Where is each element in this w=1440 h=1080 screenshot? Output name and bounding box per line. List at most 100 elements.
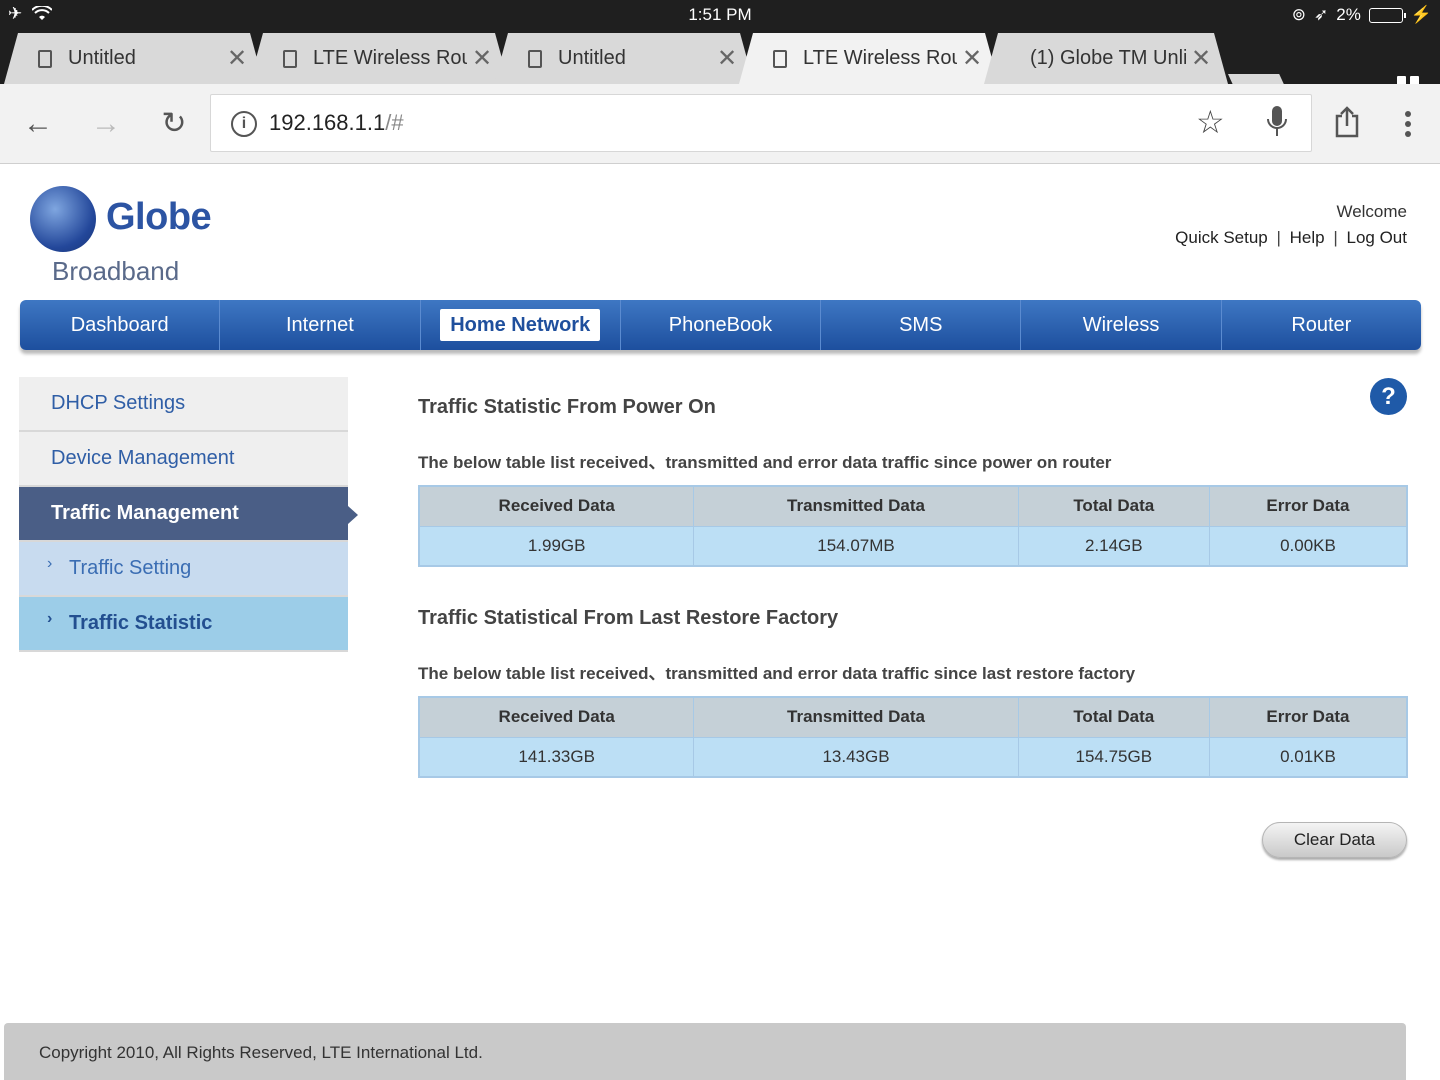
sidebar-item-traffic-statistic[interactable]: › Traffic Statistic bbox=[19, 597, 348, 652]
nav-label: Internet bbox=[286, 314, 354, 336]
status-bar: ✈ 1:51 PM ⊚ ➶ 2% ⚡ bbox=[0, 0, 1440, 30]
received-data-value: 1.99GB bbox=[418, 525, 695, 567]
nav-label: Home Network bbox=[440, 309, 601, 341]
footer: Copyright 2010, All Rights Reserved, LTE… bbox=[4, 1023, 1406, 1080]
document-icon bbox=[38, 50, 52, 68]
column-header: Total Data bbox=[1017, 696, 1210, 738]
close-tab-icon[interactable]: ✕ bbox=[712, 44, 742, 73]
nav-label: Dashboard bbox=[70, 314, 169, 336]
share-icon[interactable] bbox=[1334, 106, 1360, 138]
link-separator: | bbox=[1333, 228, 1338, 247]
document-icon bbox=[528, 50, 542, 68]
nav-phonebook[interactable]: PhoneBook bbox=[621, 300, 822, 350]
logout-link[interactable]: Log Out bbox=[1347, 228, 1408, 247]
chevron-right-icon: › bbox=[47, 555, 53, 572]
nav-label: Wireless bbox=[1082, 314, 1160, 336]
sidebar-item-traffic-management[interactable]: Traffic Management bbox=[19, 487, 358, 542]
clear-data-button[interactable]: Clear Data bbox=[1262, 822, 1407, 858]
site-info-icon[interactable]: i bbox=[231, 111, 257, 137]
help-link[interactable]: Help bbox=[1290, 228, 1325, 247]
section-desc-restore-factory: The below table list received、transmitte… bbox=[418, 664, 1136, 683]
sidebar-item-label: Traffic Statistic bbox=[69, 612, 213, 634]
browser-tab-5[interactable]: (1) Globe TM Unli ✕ bbox=[984, 33, 1228, 84]
tab-title: LTE Wireless Rout bbox=[803, 47, 957, 69]
sidebar-item-device-management[interactable]: Device Management bbox=[19, 432, 348, 487]
copyright-text: Copyright 2010, All Rights Reserved, LTE… bbox=[39, 1043, 483, 1062]
nav-home-network[interactable]: Home Network bbox=[421, 300, 621, 350]
transmitted-data-value: 13.43GB bbox=[693, 736, 1019, 778]
nav-router[interactable]: Router bbox=[1222, 300, 1421, 350]
browser-tab-3[interactable]: Untitled ✕ bbox=[494, 33, 754, 84]
column-header: Transmitted Data bbox=[693, 696, 1019, 738]
url-path: /# bbox=[385, 110, 404, 135]
welcome-text: Welcome bbox=[1336, 202, 1407, 221]
transmitted-data-value: 154.07MB bbox=[693, 525, 1019, 567]
error-data-value: 0.01KB bbox=[1208, 736, 1408, 778]
column-header: Received Data bbox=[418, 485, 695, 527]
nav-internet[interactable]: Internet bbox=[220, 300, 421, 350]
back-arrow-icon[interactable]: ← bbox=[18, 104, 58, 144]
section-title-restore-factory: Traffic Statistical From Last Restore Fa… bbox=[418, 607, 839, 629]
close-tab-icon[interactable]: ✕ bbox=[467, 44, 497, 73]
tab-title: Untitled bbox=[68, 47, 136, 69]
tab-strip: Untitled ✕ LTE Wireless Rout ✕ Untitled … bbox=[0, 30, 1440, 102]
table-header-row: Received Data Transmitted Data Total Dat… bbox=[418, 696, 1408, 738]
link-separator: | bbox=[1276, 228, 1281, 247]
browser-tab-1[interactable]: Untitled ✕ bbox=[4, 33, 264, 84]
forward-arrow-icon[interactable]: → bbox=[86, 104, 126, 144]
chevron-right-icon: › bbox=[47, 610, 53, 627]
column-header: Transmitted Data bbox=[693, 485, 1019, 527]
document-icon bbox=[773, 50, 787, 68]
browser-tab-4[interactable]: LTE Wireless Rout ✕ bbox=[739, 33, 999, 84]
rotation-lock-icon: ⊚ bbox=[1291, 5, 1306, 24]
section-desc-power-on: The below table list received、transmitte… bbox=[418, 453, 1112, 472]
header-links: Quick Setup | Help | Log Out bbox=[1175, 228, 1407, 248]
sidebar-item-traffic-setting[interactable]: › Traffic Setting bbox=[19, 542, 348, 597]
reload-icon[interactable]: ↻ bbox=[154, 104, 194, 144]
total-data-value: 2.14GB bbox=[1017, 525, 1210, 567]
more-menu-icon[interactable] bbox=[1403, 110, 1413, 138]
column-header: Received Data bbox=[418, 696, 695, 738]
nav-wireless[interactable]: Wireless bbox=[1021, 300, 1222, 350]
sidebar-item-label: Traffic Setting bbox=[69, 557, 192, 579]
globe-logo-icon bbox=[30, 186, 96, 252]
url-host: 192.168.1.1 bbox=[269, 110, 386, 135]
location-icon: ➶ bbox=[1314, 5, 1329, 24]
sidebar: DHCP Settings Device Management Traffic … bbox=[19, 377, 358, 652]
battery-percent: 2% bbox=[1336, 5, 1361, 24]
quick-setup-link[interactable]: Quick Setup bbox=[1175, 228, 1268, 247]
error-data-value: 0.00KB bbox=[1208, 525, 1408, 567]
address-bar[interactable]: i 192.168.1.1/# ☆ bbox=[210, 94, 1312, 152]
tab-title: Untitled bbox=[558, 47, 626, 69]
browser-tab-2[interactable]: LTE Wireless Rout ✕ bbox=[249, 33, 509, 84]
sidebar-item-dhcp-settings[interactable]: DHCP Settings bbox=[19, 377, 348, 432]
close-tab-icon[interactable]: ✕ bbox=[957, 44, 987, 73]
nav-label: Router bbox=[1291, 314, 1352, 336]
clock: 1:51 PM bbox=[688, 5, 752, 24]
traffic-table-restore-factory: Received Data Transmitted Data Total Dat… bbox=[418, 696, 1408, 778]
microphone-icon[interactable] bbox=[1267, 105, 1287, 139]
tab-title: LTE Wireless Rout bbox=[313, 47, 467, 69]
column-header: Error Data bbox=[1208, 485, 1408, 527]
url-text[interactable]: 192.168.1.1/# bbox=[269, 110, 404, 136]
browser-toolbar: ← → ↻ i 192.168.1.1/# ☆ bbox=[0, 84, 1440, 164]
column-header: Total Data bbox=[1017, 485, 1210, 527]
nav-sms[interactable]: SMS bbox=[821, 300, 1022, 350]
close-tab-icon[interactable]: ✕ bbox=[222, 44, 252, 73]
help-icon[interactable]: ? bbox=[1370, 378, 1407, 415]
charging-icon: ⚡ bbox=[1410, 5, 1432, 24]
logo-subtitle: Broadband bbox=[52, 256, 180, 286]
close-tab-icon[interactable]: ✕ bbox=[1186, 44, 1216, 73]
main-nav: Dashboard Internet Home Network PhoneBoo… bbox=[20, 300, 1421, 350]
nav-label: SMS bbox=[899, 314, 943, 336]
bookmark-star-icon[interactable]: ☆ bbox=[1196, 103, 1225, 141]
nav-label: PhoneBook bbox=[668, 314, 773, 336]
column-header: Error Data bbox=[1208, 696, 1408, 738]
table-header-row: Received Data Transmitted Data Total Dat… bbox=[418, 485, 1408, 527]
document-icon bbox=[283, 50, 297, 68]
nav-dashboard[interactable]: Dashboard bbox=[20, 300, 221, 350]
section-title-power-on: Traffic Statistic From Power On bbox=[418, 396, 716, 418]
tab-title: (1) Globe TM Unli bbox=[1030, 47, 1186, 69]
logo-text: Globe bbox=[106, 196, 212, 238]
received-data-value: 141.33GB bbox=[418, 736, 695, 778]
